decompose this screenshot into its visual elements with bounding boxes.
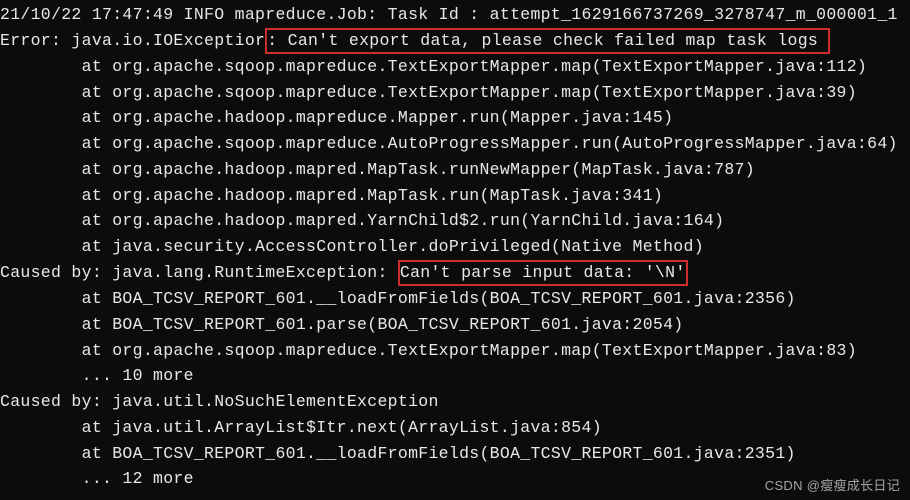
log-line: at org.apache.sqoop.mapreduce.TextExport… bbox=[0, 54, 910, 80]
log-line: at java.security.AccessController.doPriv… bbox=[0, 234, 910, 260]
log-line: at org.apache.sqoop.mapreduce.TextExport… bbox=[0, 80, 910, 106]
log-line: at BOA_TCSV_REPORT_601.__loadFromFields(… bbox=[0, 441, 910, 467]
log-cause-line: Caused by: java.util.NoSuchElementExcept… bbox=[0, 389, 910, 415]
log-line: at org.apache.hadoop.mapred.MapTask.run(… bbox=[0, 183, 910, 209]
log-line: 21/10/22 17:47:49 INFO mapreduce.Job: Ta… bbox=[0, 2, 910, 28]
log-line: at org.apache.hadoop.mapred.YarnChild$2.… bbox=[0, 208, 910, 234]
watermark: CSDN @瘦瘦成长日记 bbox=[765, 476, 900, 496]
log-line: at org.apache.sqoop.mapreduce.TextExport… bbox=[0, 338, 910, 364]
log-line: at java.util.ArrayList$Itr.next(ArrayLis… bbox=[0, 415, 910, 441]
log-line: at BOA_TCSV_REPORT_601.__loadFromFields(… bbox=[0, 286, 910, 312]
log-line: at org.apache.hadoop.mapreduce.Mapper.ru… bbox=[0, 105, 910, 131]
error-prefix: Error: java.io.IOExceptior bbox=[0, 31, 265, 50]
log-line: at BOA_TCSV_REPORT_601.parse(BOA_TCSV_RE… bbox=[0, 312, 910, 338]
highlight-box-1: : Can't export data, please check failed… bbox=[265, 28, 830, 54]
highlight-box-2: Can't parse input data: '\N' bbox=[398, 260, 688, 286]
log-cause-line: Caused by: java.lang.RuntimeException: C… bbox=[0, 260, 910, 286]
log-error-line: Error: java.io.IOExceptior: Can't export… bbox=[0, 28, 910, 54]
cause-prefix: Caused by: java.lang.RuntimeException: bbox=[0, 263, 398, 282]
log-line: at org.apache.hadoop.mapred.MapTask.runN… bbox=[0, 157, 910, 183]
log-line: at org.apache.sqoop.mapreduce.AutoProgre… bbox=[0, 131, 910, 157]
log-line: ... 10 more bbox=[0, 363, 910, 389]
